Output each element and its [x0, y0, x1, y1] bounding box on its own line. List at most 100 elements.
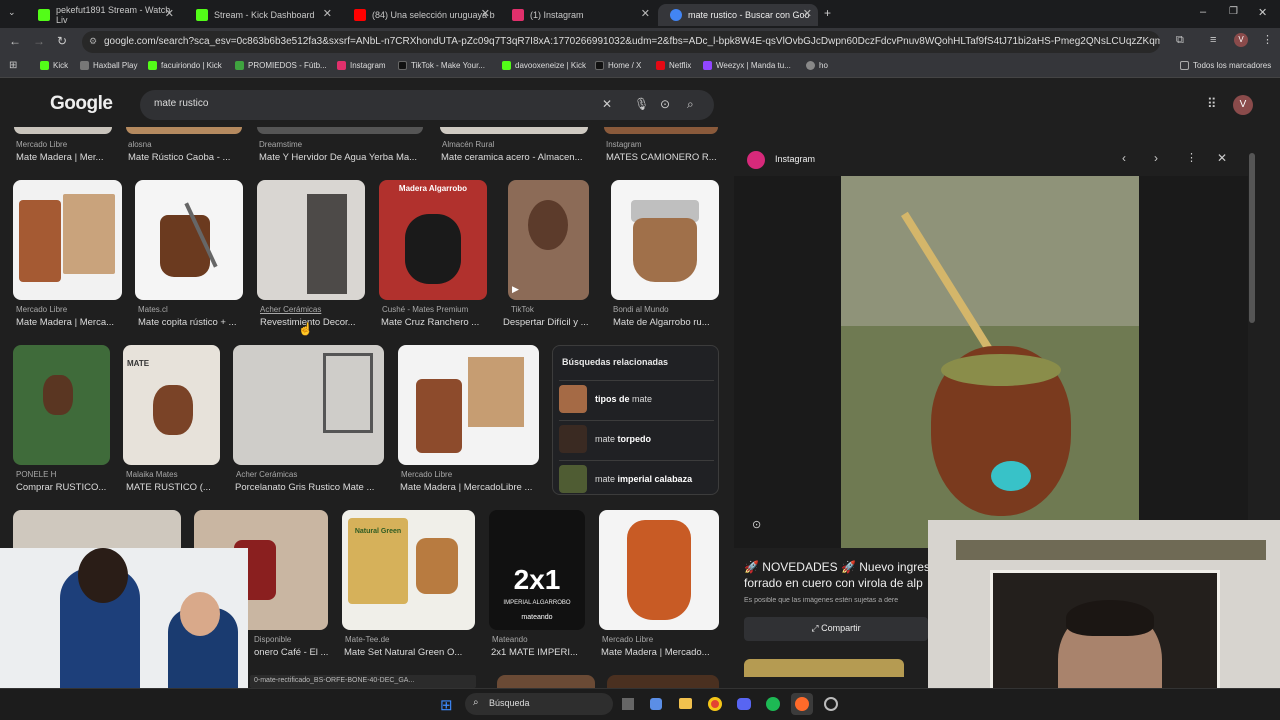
related-item[interactable]: mate torpedo: [559, 420, 714, 456]
back-icon[interactable]: ←: [9, 34, 21, 48]
prev-icon[interactable]: ‹: [1122, 151, 1126, 165]
close-icon[interactable]: ✕: [1217, 151, 1227, 165]
bookmark-promiedos[interactable]: PROMIEDOS - Fútb...: [235, 61, 327, 70]
bookmark-facuiriondo[interactable]: facuiriondo | Kick: [148, 61, 222, 70]
result-caption[interactable]: Porcelanato Gris Rustico Mate ...: [235, 482, 387, 493]
next-icon[interactable]: ›: [1154, 151, 1158, 165]
result-source[interactable]: Almacén Rural: [442, 140, 494, 149]
google-apps-icon[interactable]: ⠿: [1207, 96, 1217, 112]
result-source[interactable]: Disponible: [254, 635, 291, 644]
result-caption[interactable]: Comprar RUSTICO...: [16, 482, 112, 493]
result-source[interactable]: Acher Cerámicas: [260, 305, 321, 314]
result-source[interactable]: TikTok: [511, 305, 534, 314]
result-source[interactable]: Mercado Libre: [16, 140, 67, 149]
result-source[interactable]: Acher Cerámicas: [236, 470, 297, 479]
preview-image[interactable]: [841, 176, 1139, 548]
result-caption[interactable]: Mate de Algarrobo ru...: [613, 317, 721, 328]
close-icon[interactable]: ✕: [641, 7, 650, 20]
download-bar[interactable]: 0-mate-rectificado_BS-ORFE-BONE-40-DEC_G…: [250, 675, 476, 688]
image-result[interactable]: [126, 127, 242, 134]
task-view-icon[interactable]: [622, 698, 634, 710]
result-caption[interactable]: Mate ceramica acero - Almacen...: [441, 152, 591, 163]
apps-icon[interactable]: ⊞: [9, 60, 17, 71]
image-result[interactable]: [440, 127, 588, 134]
result-source[interactable]: Instagram: [606, 140, 642, 149]
image-result[interactable]: [611, 180, 719, 300]
taskbar-search[interactable]: ⌕ Búsqueda: [465, 693, 613, 715]
result-source[interactable]: Mates.cl: [138, 305, 168, 314]
result-caption[interactable]: Mate copita rústico + ...: [138, 317, 246, 328]
image-result[interactable]: [257, 180, 365, 300]
result-caption[interactable]: Mate Madera | MercadoLibre ...: [400, 482, 542, 493]
bookmark-netflix[interactable]: Netflix: [656, 61, 691, 70]
result-caption[interactable]: Mate Set Natural Green O...: [344, 647, 478, 658]
preview-source[interactable]: Instagram: [775, 154, 815, 164]
extensions-icon[interactable]: ⧉: [1176, 34, 1184, 47]
google-logo[interactable]: Google: [50, 93, 113, 115]
close-icon[interactable]: ✕: [165, 7, 174, 20]
image-result[interactable]: [607, 675, 719, 688]
forward-icon[interactable]: →: [33, 34, 45, 48]
image-result[interactable]: [14, 127, 112, 134]
profile-avatar[interactable]: V: [1234, 33, 1248, 47]
search-input[interactable]: mate rustico ✕ 🎙 ⊙ ⌕: [140, 90, 714, 120]
media-icon[interactable]: ≡: [1210, 34, 1216, 46]
image-result[interactable]: Natural Green: [342, 510, 475, 630]
lens-icon[interactable]: ⊙: [660, 97, 670, 111]
result-caption[interactable]: Mate Rústico Caoba - ...: [128, 152, 246, 163]
image-result[interactable]: [604, 127, 718, 134]
discord-icon[interactable]: [737, 698, 751, 710]
result-caption[interactable]: Mate Madera | Merca...: [16, 317, 124, 328]
result-caption[interactable]: Revestimiento Decor...: [260, 317, 368, 328]
result-caption[interactable]: Mate Madera | Mercado...: [601, 647, 721, 658]
more-icon[interactable]: ⋮: [1186, 151, 1197, 164]
menu-icon[interactable]: ⋮: [1262, 33, 1273, 46]
result-source[interactable]: Cushé - Mates Premium: [382, 305, 468, 314]
result-caption[interactable]: Despertar Difícil y ...: [503, 317, 595, 328]
result-source[interactable]: Bondi al Mundo: [613, 305, 669, 314]
image-result[interactable]: 2x1 IMPERIAL ALGARROBO mateando: [489, 510, 585, 630]
bookmark-tiktok[interactable]: TikTok - Make Your...: [398, 61, 485, 70]
bookmark-ho[interactable]: ho: [806, 61, 828, 70]
result-source[interactable]: Mercado Libre: [401, 470, 452, 479]
bookmark-haxball[interactable]: Haxball Play: [80, 61, 137, 70]
clear-icon[interactable]: ✕: [602, 97, 612, 111]
result-caption[interactable]: onero Café - El ...: [254, 647, 332, 658]
result-caption[interactable]: Mate Madera | Mer...: [16, 152, 116, 163]
scrollbar[interactable]: [1249, 153, 1255, 323]
bookmark-instagram[interactable]: Instagram: [337, 61, 386, 70]
result-source[interactable]: Mate-Tee.de: [345, 635, 389, 644]
image-result[interactable]: ▶: [508, 180, 589, 300]
image-result[interactable]: [135, 180, 243, 300]
result-source[interactable]: Mercado Libre: [602, 635, 653, 644]
result-source[interactable]: Mercado Libre: [16, 305, 67, 314]
tab-google-search[interactable]: mate rustico - Buscar con Goo ✕: [658, 4, 818, 26]
bookmark-davooxeneize[interactable]: davooxeneize | Kick: [502, 61, 586, 70]
tab-search-icon[interactable]: ⌄: [8, 7, 16, 18]
image-result[interactable]: MATE: [123, 345, 220, 465]
tab-instagram[interactable]: (1) Instagram ✕: [500, 4, 656, 26]
window-close-icon[interactable]: ✕: [1258, 6, 1267, 19]
result-caption[interactable]: MATE RUSTICO (...: [126, 482, 224, 493]
result-caption[interactable]: Mate Y Hervidor De Agua Yerba Ma...: [259, 152, 427, 163]
result-source[interactable]: alosna: [128, 140, 152, 149]
image-result[interactable]: [13, 345, 110, 465]
spotify-icon[interactable]: [766, 697, 780, 711]
result-source[interactable]: PONELE H: [16, 470, 56, 479]
tab-kick-stream[interactable]: pekefut1891 Stream - Watch Liv ✕: [26, 4, 180, 26]
result-source[interactable]: Malaika Mates: [126, 470, 178, 479]
close-icon[interactable]: ✕: [323, 7, 332, 20]
minimize-icon[interactable]: –: [1200, 6, 1206, 18]
image-result[interactable]: [233, 345, 384, 465]
related-image[interactable]: [744, 659, 904, 677]
search-icon[interactable]: ⌕: [687, 97, 694, 112]
reload-icon[interactable]: ↻: [57, 34, 67, 48]
chrome-icon[interactable]: [708, 697, 722, 711]
windows-start-icon[interactable]: ⊞: [440, 696, 453, 714]
steam-icon[interactable]: [824, 697, 838, 711]
preview-title[interactable]: 🚀 NOVEDADES 🚀 Nuevo ingreso forrado en c…: [744, 559, 938, 593]
image-result[interactable]: [13, 180, 122, 300]
image-result[interactable]: Madera Algarrobo: [379, 180, 487, 300]
copilot-icon[interactable]: [650, 698, 662, 710]
bookmark-kick[interactable]: Kick: [40, 61, 68, 70]
